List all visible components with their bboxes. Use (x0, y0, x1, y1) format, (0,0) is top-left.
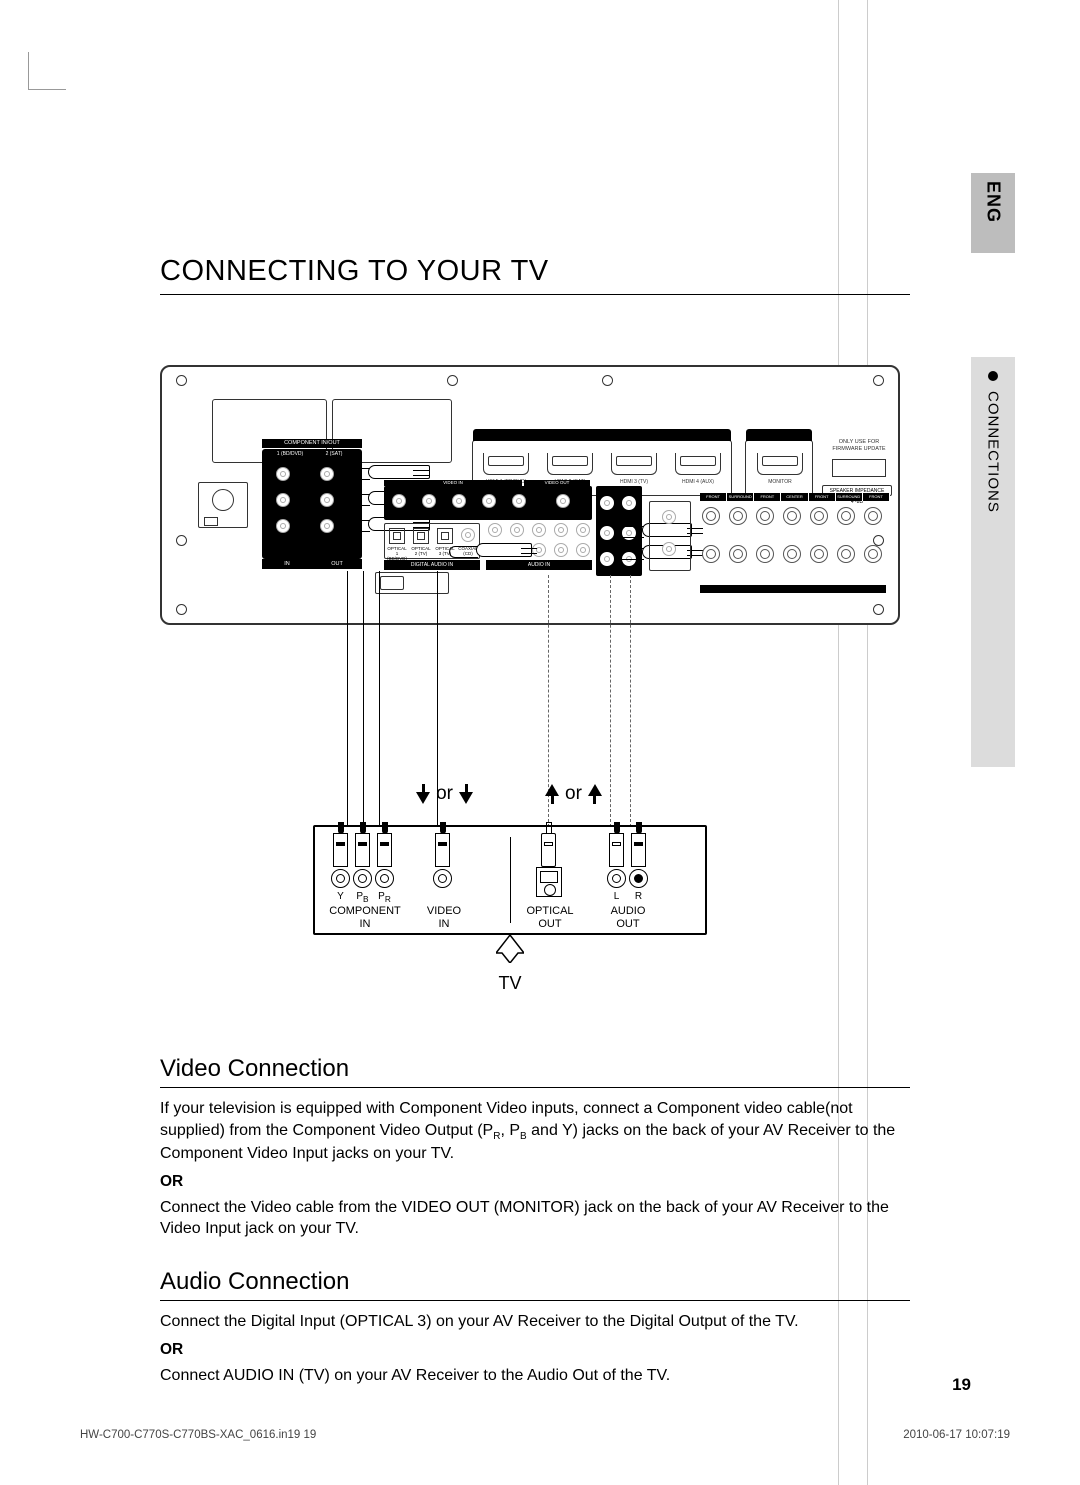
speaker-out-label (700, 585, 886, 593)
footer: HW-C700-C770S-C770BS-XAC_0616.in19 19 20… (80, 1429, 1010, 1441)
video-connection-heading: Video Connection (160, 1055, 910, 1088)
hdmi-out-block: MONITOR (745, 440, 813, 496)
audio-connection-heading: Audio Connection (160, 1268, 910, 1301)
language-tab: ENG (971, 173, 1015, 253)
crop-mark (28, 52, 66, 90)
video-connection-p1: If your television is equipped with Comp… (160, 1098, 910, 1165)
page-title: CONNECTING TO YOUR TV (160, 255, 910, 288)
tv-audio-out-label: AUDIOOUT (599, 905, 657, 931)
footer-timestamp: 2010-06-17 10:07:19 (903, 1429, 1010, 1441)
subwoofer-block (649, 501, 691, 571)
component-header: COMPONENT IN/OUT (262, 439, 362, 448)
connection-diagram: COMPONENT IN/OUT 1 (BD/DVD) 2 (SAT) IN O… (160, 365, 910, 1045)
tv-component-in-label: COMPONENTIN (321, 905, 409, 931)
video-row-block: VIDEO IN VIDEO OUT (384, 486, 592, 520)
or-label-2: or (565, 783, 582, 805)
digital-audio-header: DIGITAL AUDIO IN (384, 560, 480, 570)
tv-optical-jack (536, 867, 562, 897)
video-or: OR (160, 1173, 910, 1191)
or-row: or or (312, 783, 706, 805)
section-tab-bullet (988, 371, 998, 381)
section-tab-label: CONNECTIONS (985, 391, 1002, 513)
tv-optical-out-label: OPTICALOUT (520, 905, 580, 931)
tv-video-in-label: VIDEOIN (415, 905, 473, 931)
audio-or: OR (160, 1341, 910, 1359)
receiver-back-panel: COMPONENT IN/OUT 1 (BD/DVD) 2 (SAT) IN O… (160, 365, 900, 625)
optical-plug (476, 543, 532, 557)
tv-label: TV (496, 973, 524, 994)
component-plug-y (368, 465, 430, 479)
audio-in-header: AUDIO IN (486, 560, 592, 570)
audio-connection-p1: Connect the Digital Input (OPTICAL 3) on… (160, 1311, 910, 1333)
or-label-1: or (436, 783, 453, 805)
video-connection-p2: Connect the Video cable from the VIDEO O… (160, 1197, 910, 1240)
page-title-rule (160, 294, 910, 295)
component-inout-label: IN OUT (262, 559, 362, 569)
usb-port (832, 459, 886, 477)
tv-callout-pointer (496, 935, 524, 963)
speaker-terminals: FRONT SURROUND FRONT HIGH/SURR. BACK CEN… (700, 501, 890, 583)
footer-file: HW-C700-C770S-C770BS-XAC_0616.in19 19 (80, 1429, 316, 1441)
usb-note: ONLY USE FOR FIRMWARE UPDATE (827, 439, 891, 452)
tv-connection-box: Y PB PR COMPONENTIN VIDEOIN OPTICALOUT (313, 825, 707, 935)
page-number: 19 (0, 1375, 971, 1395)
language-tab-label: ENG (983, 181, 1004, 223)
section-tab: CONNECTIONS (971, 357, 1015, 767)
